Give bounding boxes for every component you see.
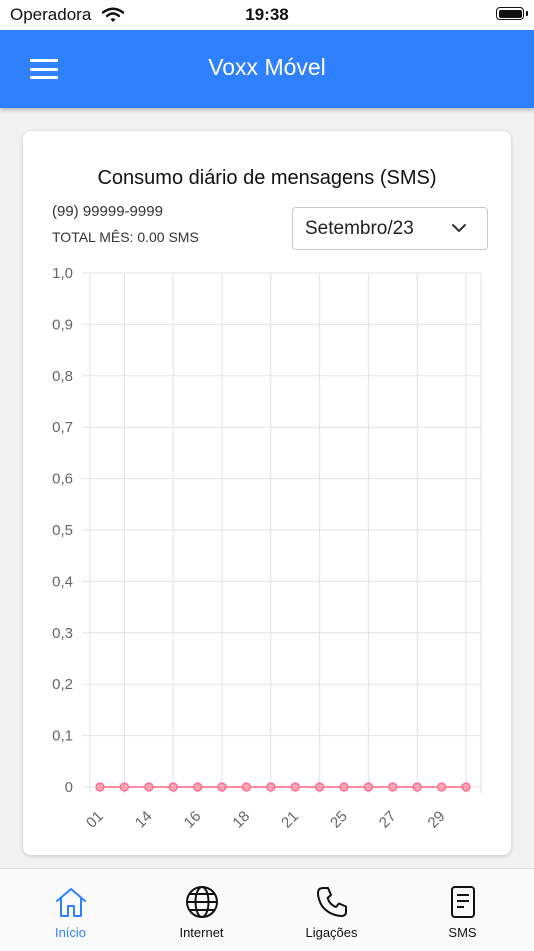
data-point [290,782,300,792]
app-title: Voxx Móvel [208,54,326,80]
sms-document-icon [450,886,475,918]
x-tick-label: 01 [83,808,107,832]
bottom-navigation: Início Internet Ligações SMS [0,868,534,951]
x-tick-label: 16 [181,808,205,832]
x-tick-label: 27 [376,808,400,832]
nav-item-internet[interactable]: Internet [135,869,268,951]
data-point [217,782,227,792]
y-tick-label: 0 [65,779,73,796]
y-tick-label: 0,2 [52,676,73,693]
nav-item-sms[interactable]: SMS [396,869,529,951]
data-point [193,782,203,792]
data-point [437,782,447,792]
data-point [144,782,154,792]
x-tick-label: 29 [425,808,449,832]
data-point [119,782,130,792]
sms-daily-chart: 0 0,1 0,2 0,3 0,4 0,5 0,6 0,7 0,8 0,9 1,0 01 14 16 18 2… [52,265,482,832]
nav-label-internet: Internet [179,925,224,940]
x-tick-label: 25 [327,808,351,832]
data-point [363,782,373,792]
x-tick-label: 18 [229,808,253,832]
y-tick-label: 0,8 [52,368,73,385]
sms-usage-card: Consumo diário de mensagens (SMS) (99) 9… [23,131,511,855]
nav-label-ligacoes: Ligações [305,925,358,940]
data-point [315,782,325,792]
app-bar: Voxx Móvel [0,30,534,108]
data-point [266,782,276,792]
y-tick-label: 0,7 [52,419,73,436]
home-icon [55,888,86,917]
phone-icon [316,887,347,917]
data-point [95,782,105,792]
data-point [339,782,349,792]
y-tick-label: 0,1 [52,728,73,745]
data-point [241,782,251,792]
y-tick-label: 0,9 [52,316,73,333]
nav-label-inicio: Início [54,925,87,940]
nav-item-ligacoes[interactable]: Ligações [265,869,398,951]
status-time: 19:38 [245,5,289,24]
globe-icon [185,886,218,918]
status-bar: Operadora 19:38 [0,0,534,30]
x-tick-label: 21 [278,808,302,832]
x-tick-label: 14 [132,808,156,832]
data-point [168,782,178,792]
battery-cap [526,11,528,16]
data-point [388,782,398,792]
nav-label-sms: SMS [448,925,477,940]
battery-icon [496,7,524,20]
y-tick-label: 0,3 [52,625,73,642]
y-tick-label: 0,4 [52,573,73,590]
y-tick-label: 0,6 [52,471,73,488]
y-tick-label: 1,0 [52,265,73,282]
y-tick-label: 0,5 [52,522,73,539]
data-point [461,782,471,792]
nav-item-inicio[interactable]: Início [4,869,137,951]
data-point [412,782,422,792]
